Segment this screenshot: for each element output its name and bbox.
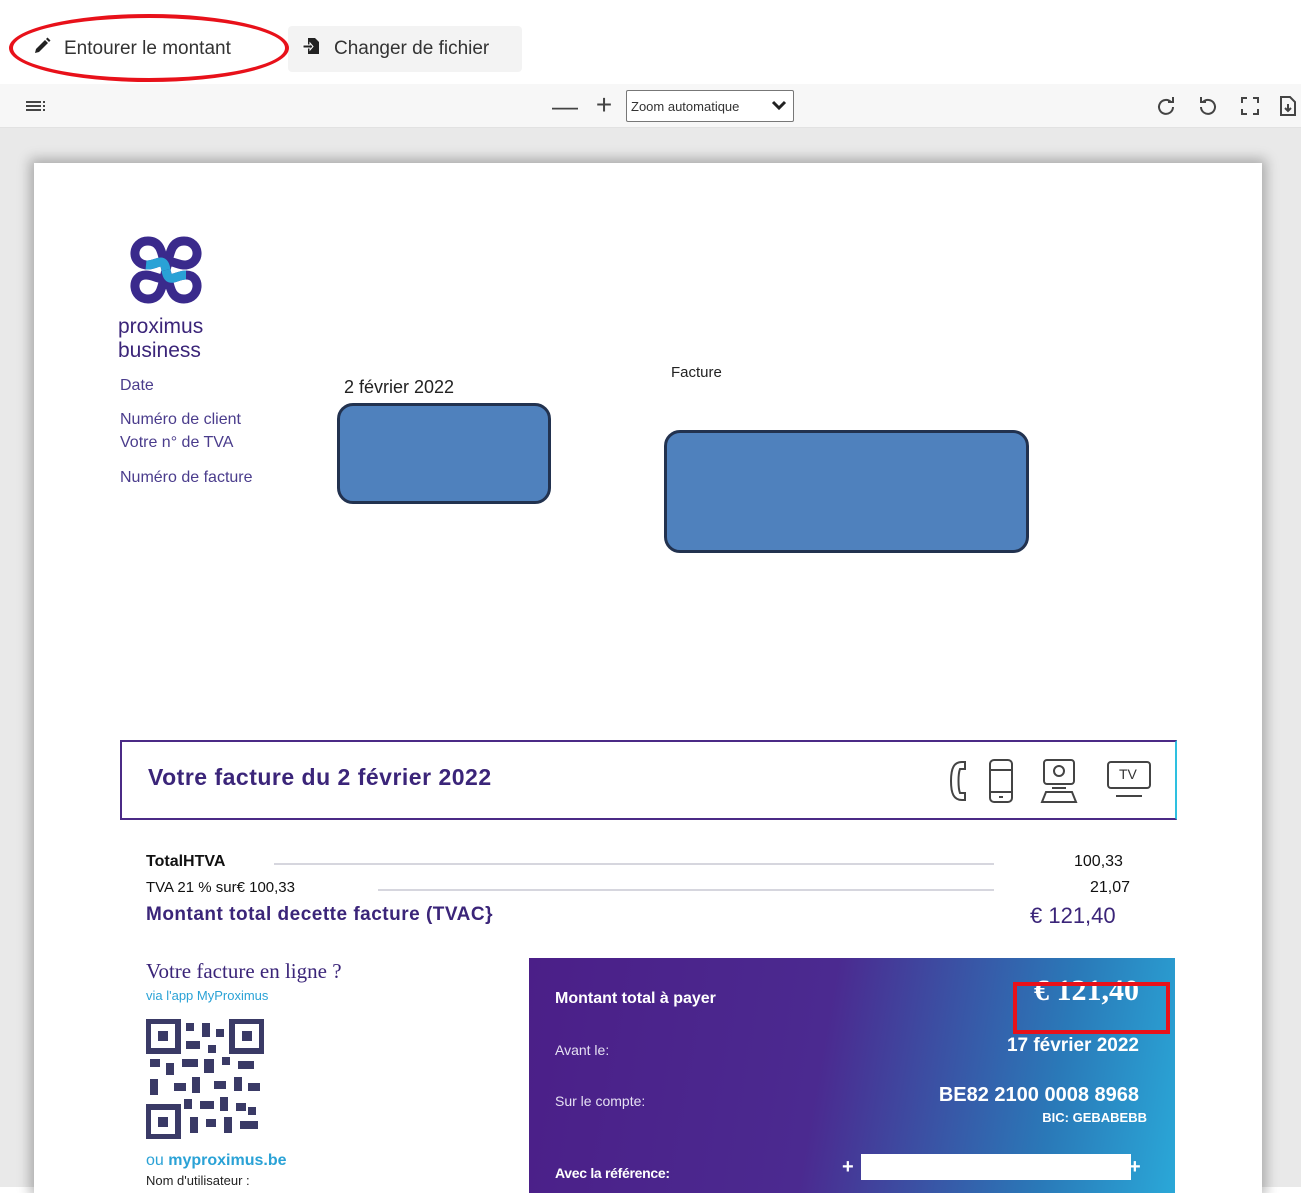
redaction-box	[664, 430, 1029, 553]
online-invoice-subtitle: via l'app MyProximus	[146, 988, 269, 1003]
vat-line-value: 21,07	[1090, 879, 1131, 896]
or-prefix: ou	[146, 1152, 169, 1169]
date-value: 2 février 2022	[344, 377, 455, 397]
qr-code	[145, 1018, 265, 1140]
account-value: BE82 2100 0008 8968	[938, 1084, 1139, 1106]
online-link-line: ou myproximus.be	[146, 1152, 287, 1170]
zoom-in-button[interactable]: +	[590, 88, 618, 122]
invoice-page: proximus business Date 2 février 2022 Nu…	[34, 163, 1262, 1193]
vat-line-label: TVA 21 % sur€ 100,33	[146, 879, 295, 896]
reference-plus-left: +	[842, 1156, 854, 1178]
mobile-icon	[988, 758, 1014, 804]
due-date-label: Avant le:	[555, 1042, 610, 1058]
facture-label: Facture	[671, 364, 722, 381]
brand-line2: business	[118, 339, 201, 362]
change-file-button[interactable]: Changer de fichier	[288, 26, 522, 72]
redaction-box	[337, 403, 551, 504]
online-invoice-title: Votre facture en ligne ?	[146, 959, 342, 983]
zoom-select-value: Zoom automatique	[631, 98, 740, 114]
username-label: Nom d'utilisateur :	[146, 1173, 250, 1188]
summary-title: Votre facture du 2 février 2022	[148, 764, 492, 790]
computer-icon	[1038, 758, 1082, 804]
bic-value: BIC: GEBABEBB	[1042, 1110, 1147, 1125]
phone-icon	[948, 760, 968, 802]
date-label: Date	[120, 377, 154, 394]
app-toolbar: Entourer le montant Changer de fichier	[0, 0, 1301, 82]
change-file-label: Changer de fichier	[334, 38, 490, 59]
rotate-cw-icon[interactable]	[1154, 94, 1178, 118]
fullscreen-icon[interactable]	[1238, 94, 1262, 118]
pay-total-label: Montant total à payer	[555, 990, 716, 1007]
dotted-leader	[274, 863, 994, 865]
client-number-label: Numéro de client	[120, 411, 241, 428]
invoice-total-value: € 121,40	[1030, 903, 1116, 928]
menu-icon[interactable]	[22, 94, 50, 118]
invoice-summary-header: Votre facture du 2 février 2022 TV	[120, 740, 1177, 820]
proximus-logo-icon	[126, 235, 206, 305]
reference-plus-right: +	[1129, 1156, 1141, 1178]
dotted-leader	[378, 889, 994, 891]
reference-redaction	[861, 1154, 1131, 1180]
total-htva-value: 100,33	[1074, 853, 1123, 870]
account-label: Sur le compte:	[555, 1093, 646, 1109]
brand-line1: proximus	[118, 315, 204, 338]
file-swap-icon	[302, 36, 322, 62]
tv-icon: TV	[1106, 760, 1152, 804]
red-circle-annotation	[9, 14, 289, 82]
tv-icon-text: TV	[1119, 766, 1137, 782]
invoice-number-label: Numéro de facture	[120, 469, 253, 486]
vat-number-label: Votre n° de TVA	[120, 434, 234, 451]
download-icon[interactable]	[1278, 94, 1298, 118]
zoom-out-button[interactable]: —	[550, 90, 580, 122]
red-rectangle-annotation	[1013, 982, 1170, 1034]
pdf-viewer-toolbar: — + Zoom automatique	[0, 84, 1301, 128]
rotate-ccw-icon[interactable]	[1196, 94, 1220, 118]
brand-name: proximus business	[118, 315, 203, 363]
due-date-value: 17 février 2022	[1006, 1035, 1139, 1056]
myproximus-link[interactable]: myproximus.be	[168, 1152, 286, 1169]
reference-label: Avec la référence:	[555, 1165, 670, 1181]
zoom-select[interactable]: Zoom automatique	[626, 90, 794, 122]
invoice-total-label: Montant total decette facture (TVAC}	[146, 904, 494, 925]
total-htva-label: TotalHTVA	[146, 853, 226, 870]
chevron-down-icon	[771, 99, 787, 114]
